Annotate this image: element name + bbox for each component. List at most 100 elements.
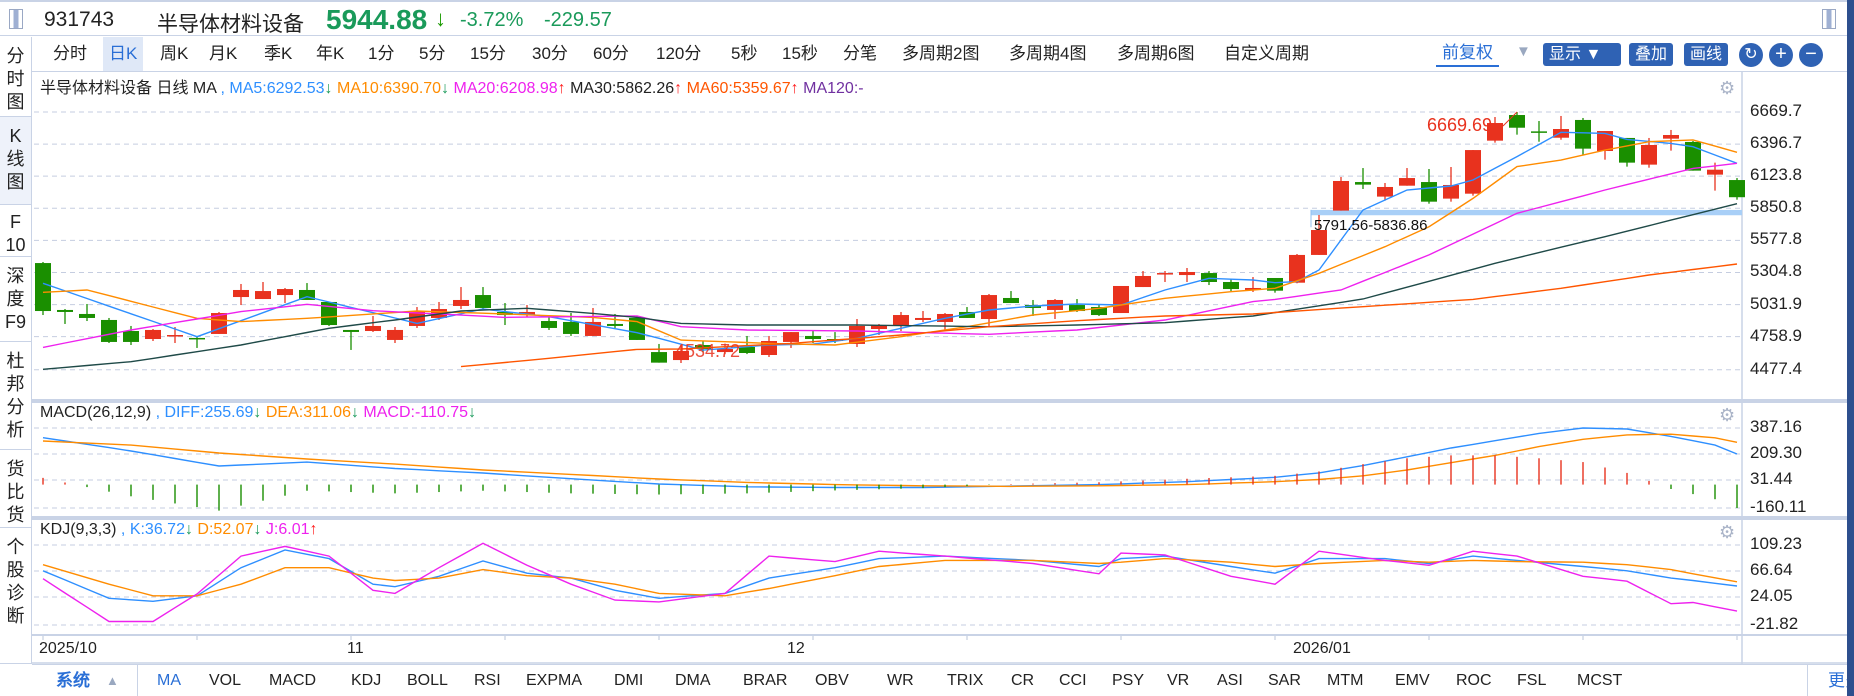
low-price-annotation: 4534.72 (675, 341, 741, 362)
system-indicator-menu[interactable]: 系统 (56, 669, 90, 693)
main-axis-label: 5304.8 (1750, 261, 1802, 281)
candle-body (453, 299, 469, 306)
high-price-annotation: 6669.69 (1427, 115, 1493, 135)
macd-axis-label: -160.11 (1750, 497, 1807, 516)
candle-body (475, 295, 491, 308)
candle-body (343, 329, 359, 332)
candle-body (233, 289, 249, 298)
candle-body (145, 329, 161, 340)
indicator-tab-mcst[interactable]: MCST (1577, 669, 1622, 693)
kdj-axis-label: 24.05 (1750, 586, 1793, 605)
indicator-tab-boll[interactable]: BOLL (407, 669, 448, 693)
indicator-tab-expma[interactable]: EXPMA (526, 669, 582, 693)
candle-body (1377, 186, 1393, 197)
divider (137, 665, 138, 696)
indicator-tab-roc[interactable]: ROC (1456, 669, 1492, 693)
main-line-ma5 (42, 131, 1738, 351)
window-edge (1847, 0, 1854, 696)
main-axis-label: 4477.4 (1750, 358, 1802, 378)
candle-body (35, 263, 51, 312)
candle-body (563, 321, 579, 334)
candle-body (79, 313, 95, 318)
indicator-tab-wr[interactable]: WR (887, 669, 914, 693)
candle-body (893, 315, 909, 326)
candle-body (255, 291, 271, 300)
candle-body (1619, 137, 1635, 163)
indicator-tab-asi[interactable]: ASI (1217, 669, 1243, 693)
candle-body (1399, 178, 1415, 186)
candle-body (1729, 180, 1745, 198)
main-axis-label: 5031.9 (1750, 293, 1802, 313)
indicator-tab-vr[interactable]: VR (1167, 669, 1189, 693)
candle-body (541, 321, 557, 328)
indicator-tab-vol[interactable]: VOL (209, 669, 241, 693)
candle-body (1421, 182, 1437, 202)
indicator-tab-kdj[interactable]: KDJ (351, 669, 381, 693)
indicator-tab-trix[interactable]: TRIX (947, 669, 983, 693)
candle-body (1179, 271, 1195, 276)
kdj-axis-label: 66.64 (1750, 560, 1793, 579)
macd-axis-label: 31.44 (1750, 469, 1793, 488)
candle-body (1531, 131, 1547, 133)
main-axis-label: 4758.9 (1750, 325, 1802, 345)
main-line-ma30 (42, 203, 1738, 370)
main-line-ma10 (42, 139, 1738, 346)
settings-gear-icon[interactable]: ⚙ (1719, 405, 1735, 426)
main-axis-label: 5850.8 (1750, 197, 1802, 217)
indicator-tab-dmi[interactable]: DMI (614, 669, 643, 693)
settings-gear-icon[interactable]: ⚙ (1719, 78, 1735, 99)
candle-body (1157, 273, 1173, 275)
indicator-tab-mtm[interactable]: MTM (1327, 669, 1363, 693)
indicator-tab-cr[interactable]: CR (1011, 669, 1034, 693)
indicator-tab-cci[interactable]: CCI (1059, 669, 1087, 693)
candle-body (805, 335, 821, 340)
kdj-line-k (42, 549, 1738, 603)
indicator-tab-rsi[interactable]: RSI (474, 669, 501, 693)
main-axis-label: 6396.7 (1750, 133, 1802, 153)
candle-body (1575, 119, 1591, 149)
macd-axis-label: 209.30 (1750, 442, 1802, 462)
indicator-tab-fsl[interactable]: FSL (1517, 669, 1546, 693)
candle-body (1641, 145, 1657, 165)
indicator-tab-bar: 系统 ▲ MA VOL MACD KDJ BOLL RSI EXPMA DMI DMA BRAR OBV… (32, 664, 1854, 696)
candle-body (783, 332, 799, 342)
candle-body (277, 289, 293, 296)
candle-body (981, 295, 997, 320)
candle-body (1135, 275, 1151, 288)
divider (1807, 665, 1808, 696)
candle-body (915, 317, 931, 320)
indicator-tab-ma[interactable]: MA (157, 669, 181, 693)
indicator-tab-psy[interactable]: PSY (1112, 669, 1144, 693)
indicator-tab-obv[interactable]: OBV (815, 669, 849, 693)
date-axis-label: 2026/01 (1293, 640, 1351, 657)
candle-body (1113, 285, 1129, 314)
system-chevron-up-icon[interactable]: ▲ (106, 669, 119, 693)
indicator-tab-brar[interactable]: BRAR (743, 669, 787, 693)
kdj-line-j (42, 542, 1738, 623)
indicator-tab-sar[interactable]: SAR (1268, 669, 1301, 693)
candle-body (123, 331, 139, 342)
date-axis-label: 11 (347, 640, 364, 657)
settings-gear-icon[interactable]: ⚙ (1719, 522, 1735, 543)
kdj-line-d (42, 557, 1738, 597)
candle-body (1223, 281, 1239, 290)
indicator-tab-macd[interactable]: MACD (269, 669, 316, 693)
candle-body (365, 325, 381, 332)
candle-body (1201, 273, 1217, 282)
kdj-axis-label: -21.82 (1750, 614, 1799, 633)
date-axis-label: 2025/10 (39, 640, 97, 657)
indicator-tab-dma[interactable]: DMA (675, 669, 711, 693)
candle-body (1707, 169, 1723, 175)
candle-body (387, 329, 403, 340)
kline-chart[interactable] (0, 0, 1854, 696)
candle-body (651, 352, 667, 363)
candle-body (1355, 182, 1371, 185)
candle-body (739, 347, 755, 354)
indicator-tab-emv[interactable]: EMV (1395, 669, 1430, 693)
candle-body (1663, 135, 1679, 139)
candle-body (167, 335, 183, 337)
candle-body (1333, 180, 1349, 211)
candle-body (101, 319, 117, 342)
main-axis-label: 5577.8 (1750, 229, 1802, 249)
macd-axis-label: 387.16 (1750, 416, 1802, 436)
